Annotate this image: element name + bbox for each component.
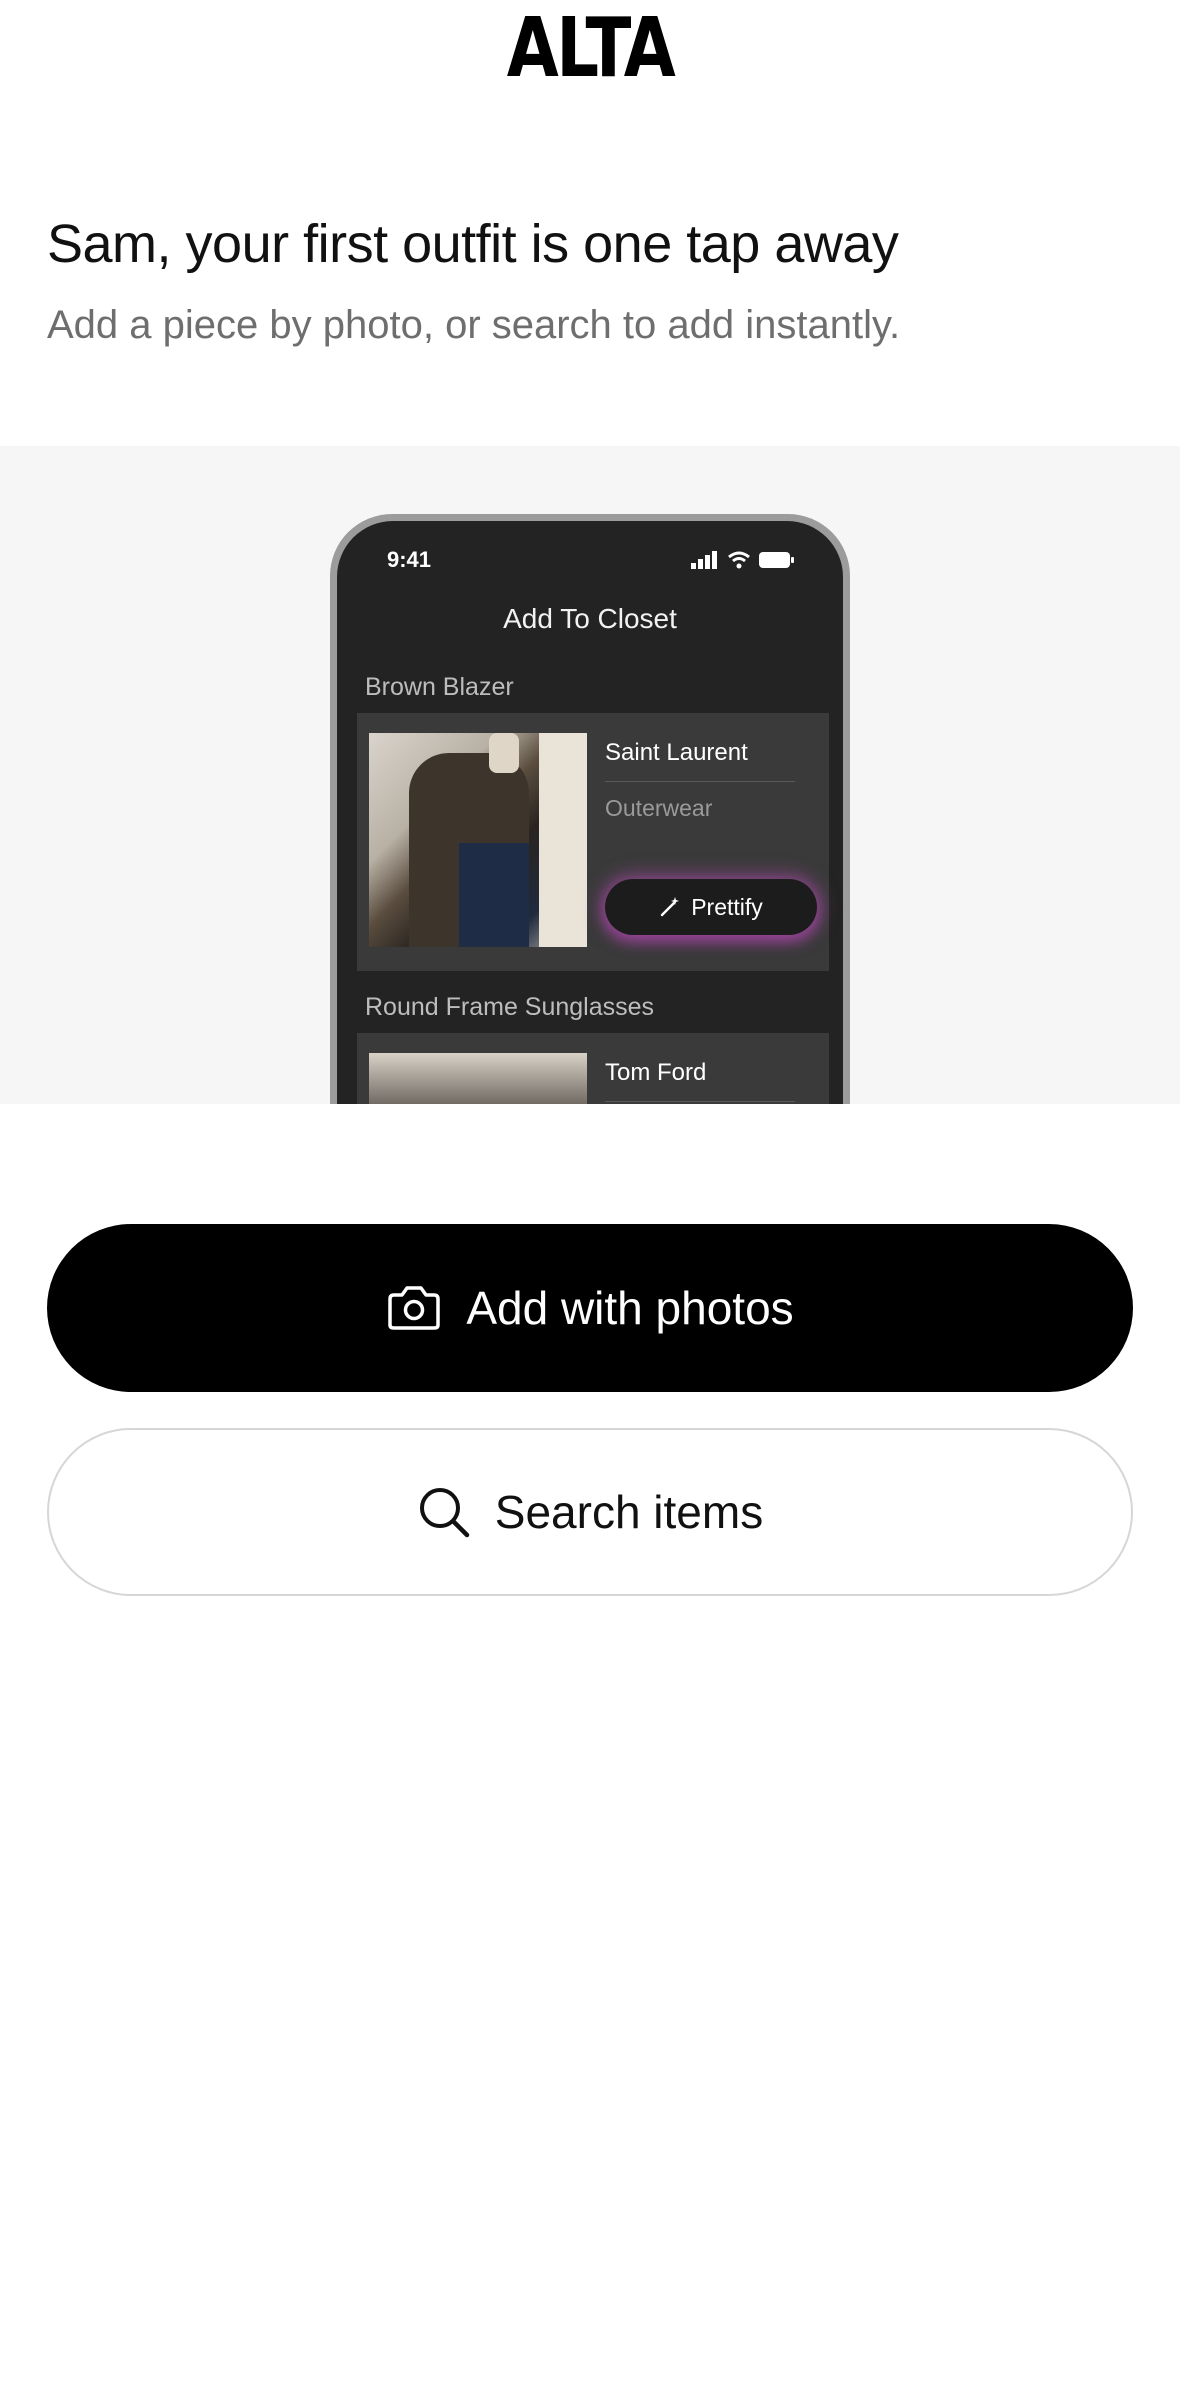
search-items-button[interactable]: Search items [47,1428,1133,1596]
add-with-photos-button[interactable]: Add with photos [47,1224,1133,1392]
prettify-button: Prettify [605,879,817,935]
search-icon [419,1488,470,1538]
preview-item-card: Tom Ford [357,1033,829,1104]
page-title: Sam, your first outfit is one tap away [47,214,899,274]
status-icons [691,551,795,569]
wifi-icon [728,551,750,569]
item-brand: Tom Ford [605,1059,707,1086]
page-subtitle: Add a piece by photo, or search to add i… [47,303,901,347]
item-divider [605,1101,795,1102]
search-items-label: Search items [494,1486,764,1538]
item-photo [369,733,587,947]
battery-icon [759,552,794,568]
item-brand: Saint Laurent [605,739,748,766]
preview-item-label: Brown Blazer [365,673,514,701]
preview-item-card: Saint Laurent Outerwear Prettify [357,713,829,971]
status-time: 9:41 [387,547,432,572]
preview-screen-title: Add To Closet [503,603,677,634]
onboarding-screen: ALTA Sam, your first outfit is one tap a… [0,0,1180,2396]
signal-icon [691,551,717,569]
add-with-photos-label: Add with photos [466,1282,794,1334]
item-divider [605,781,795,782]
preview-item-label: Round Frame Sunglasses [365,993,655,1021]
magic-wand-icon [661,897,680,917]
phone-screen: 9:41 Add To Closet Brown Blazer Saint La… [337,521,843,1104]
app-logo: ALTA [506,1,676,96]
item-photo [369,1053,587,1104]
camera-icon [388,1286,441,1330]
phone-mockup: 9:41 Add To Closet Brown Blazer Saint La… [330,514,850,1104]
prettify-label: Prettify [691,893,763,920]
app-preview: 9:41 Add To Closet Brown Blazer Saint La… [0,446,1180,1104]
item-category: Outerwear [605,795,713,821]
